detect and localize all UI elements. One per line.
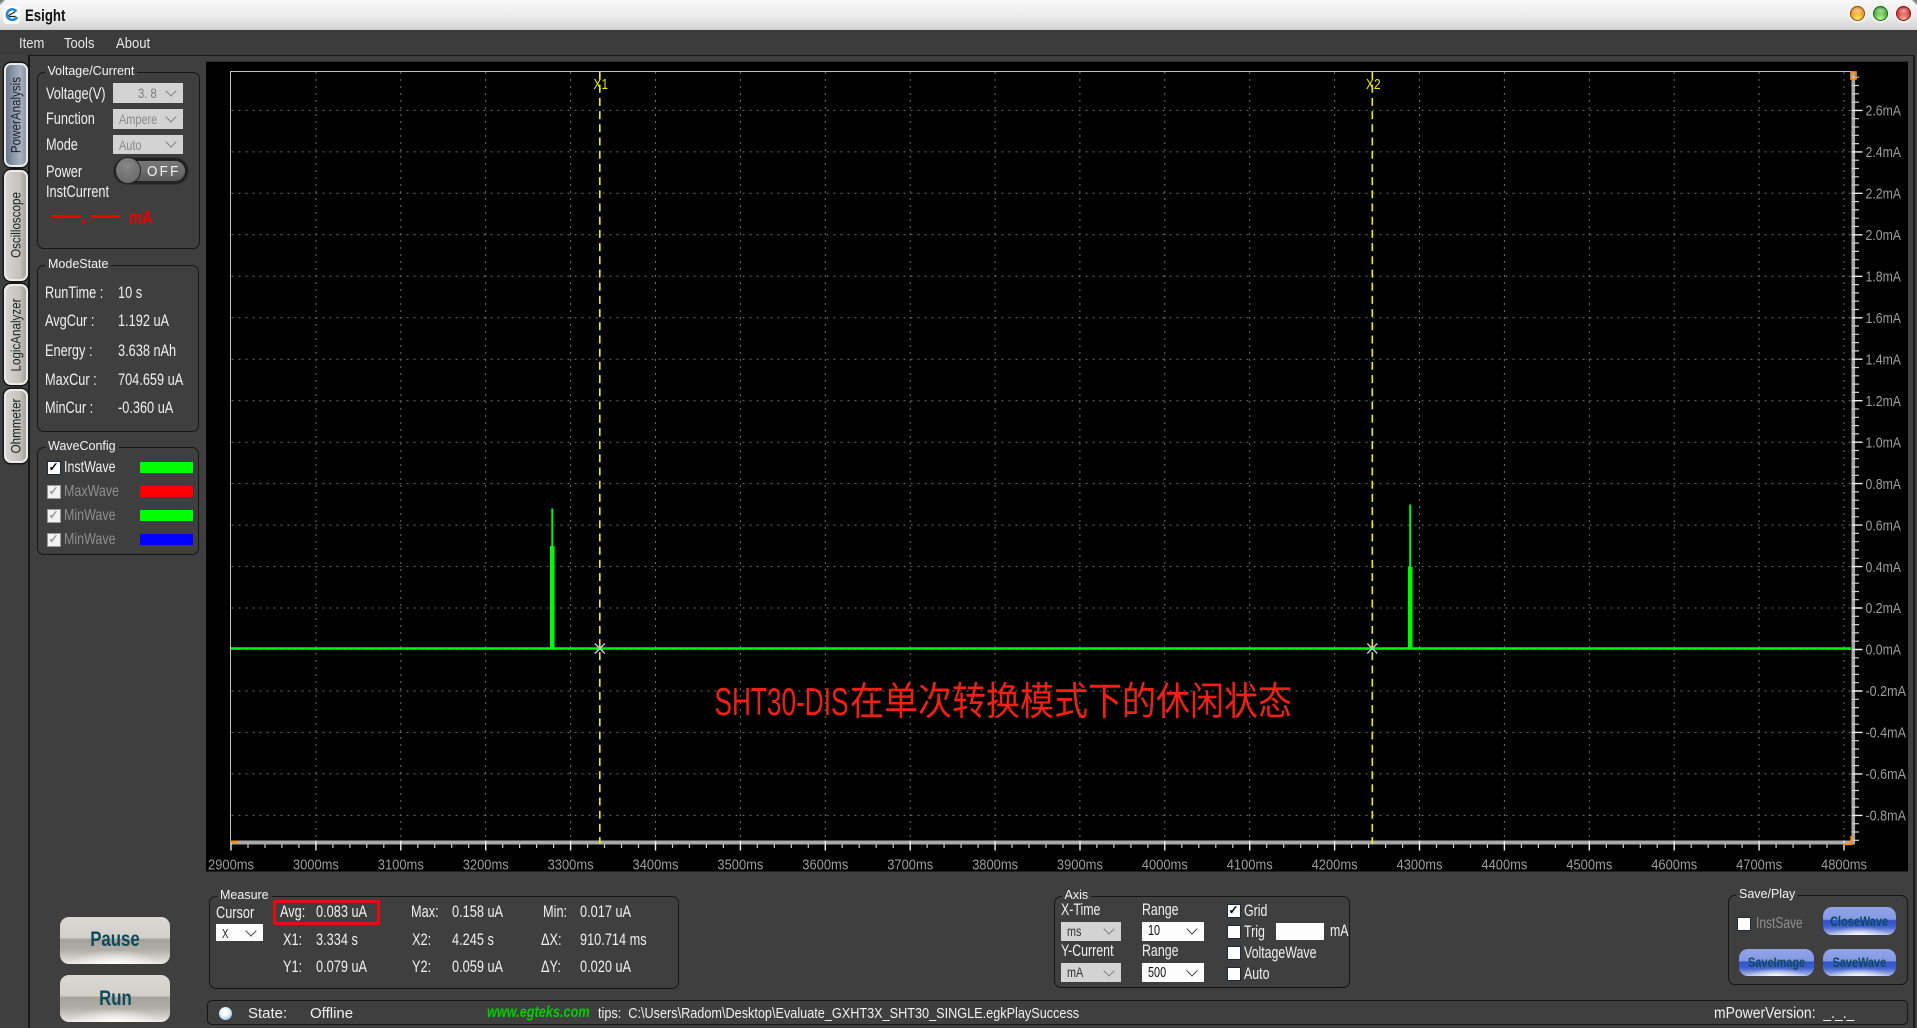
svg-text:1.2mA: 1.2mA	[1866, 393, 1902, 410]
svg-text:X1: X1	[594, 77, 609, 93]
svg-text:2.6mA: 2.6mA	[1866, 103, 1902, 120]
svg-text:1.0mA: 1.0mA	[1866, 434, 1902, 451]
svg-text:-0.4mA: -0.4mA	[1866, 725, 1907, 742]
svg-text:-0.8mA: -0.8mA	[1866, 808, 1907, 825]
svg-text:2900ms: 2900ms	[208, 858, 254, 872]
svg-text:0.0mA: 0.0mA	[1866, 642, 1902, 659]
svg-text:1.4mA: 1.4mA	[1866, 351, 1902, 368]
svg-text:3100ms: 3100ms	[378, 858, 424, 872]
svg-text:0.8mA: 0.8mA	[1866, 476, 1902, 493]
svg-text:0.2mA: 0.2mA	[1866, 600, 1902, 617]
svg-text:4800ms: 4800ms	[1821, 858, 1867, 872]
svg-text:3900ms: 3900ms	[1057, 858, 1103, 872]
svg-text:1.8mA: 1.8mA	[1866, 269, 1902, 286]
svg-text:4000ms: 4000ms	[1142, 858, 1188, 872]
svg-text:4300ms: 4300ms	[1397, 858, 1443, 872]
svg-text:4100ms: 4100ms	[1227, 858, 1273, 872]
svg-text:4400ms: 4400ms	[1481, 858, 1527, 872]
svg-text:3500ms: 3500ms	[717, 858, 763, 872]
svg-text:X2: X2	[1366, 77, 1381, 93]
svg-text:4200ms: 4200ms	[1312, 858, 1358, 872]
svg-text:3400ms: 3400ms	[633, 858, 679, 872]
svg-text:3000ms: 3000ms	[293, 858, 339, 872]
svg-text:SHT30-DIS: SHT30-DIS	[715, 681, 849, 724]
svg-text:3600ms: 3600ms	[802, 858, 848, 872]
svg-text:-0.6mA: -0.6mA	[1866, 766, 1907, 783]
svg-text:-0.2mA: -0.2mA	[1866, 683, 1907, 700]
svg-text:2.4mA: 2.4mA	[1866, 144, 1902, 161]
svg-text:4500ms: 4500ms	[1566, 858, 1612, 872]
svg-text:0.4mA: 0.4mA	[1866, 559, 1902, 576]
svg-text:1.6mA: 1.6mA	[1866, 310, 1902, 327]
svg-text:3700ms: 3700ms	[887, 858, 933, 872]
svg-text:0.6mA: 0.6mA	[1866, 517, 1902, 534]
svg-text:3200ms: 3200ms	[463, 858, 509, 872]
svg-text:3800ms: 3800ms	[972, 858, 1018, 872]
svg-text:2.0mA: 2.0mA	[1866, 227, 1902, 244]
svg-text:3300ms: 3300ms	[548, 858, 594, 872]
svg-text:4700ms: 4700ms	[1736, 858, 1782, 872]
svg-text:2.2mA: 2.2mA	[1866, 186, 1902, 203]
svg-text:4600ms: 4600ms	[1651, 858, 1697, 872]
